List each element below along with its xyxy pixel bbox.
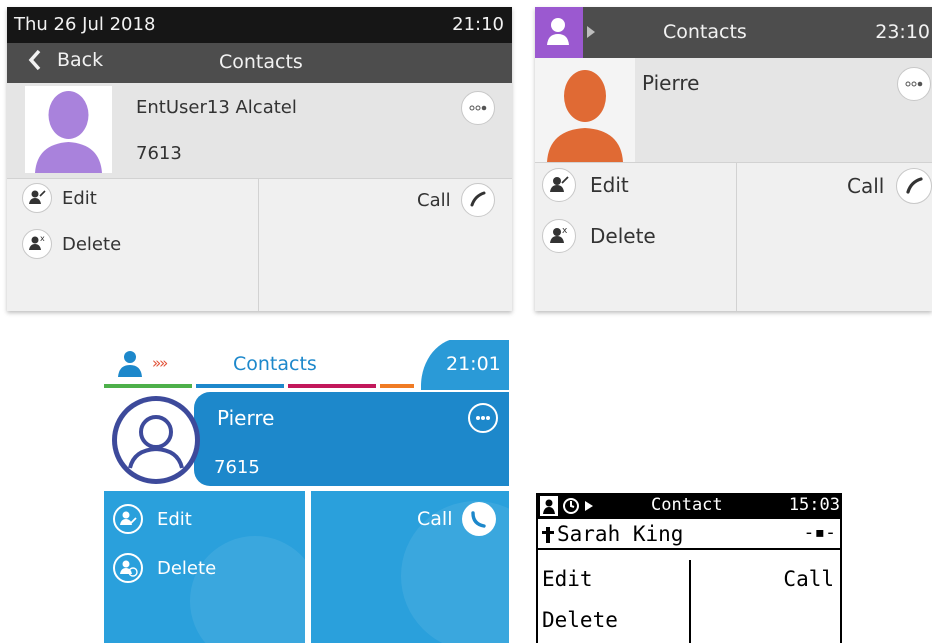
status-time: 23:10 xyxy=(875,21,930,43)
person-icon xyxy=(547,18,569,45)
edit-button[interactable]: Edit xyxy=(113,504,192,534)
delete-contact-icon: x xyxy=(542,219,576,253)
page-title: Contacts xyxy=(219,51,303,73)
more-options-button[interactable] xyxy=(897,67,931,101)
delete-button[interactable]: Delete xyxy=(542,608,618,632)
edit-button[interactable]: Edit xyxy=(542,168,629,202)
chevron-left-icon xyxy=(28,49,41,71)
phone-screen-monochrome: Contact 15:03 Sarah King -▪- Edit Delete… xyxy=(536,493,842,643)
phone-handset-icon xyxy=(462,502,497,536)
status-time: 21:01 xyxy=(446,353,501,375)
contact-avatar xyxy=(25,86,112,173)
call-label: Call xyxy=(847,174,885,198)
contact-name[interactable]: Sarah King xyxy=(557,522,683,546)
person-icon[interactable] xyxy=(116,349,144,377)
edit-button[interactable]: Edit xyxy=(542,567,593,591)
delete-label: Delete xyxy=(157,557,217,579)
chevron-right-icon[interactable] xyxy=(585,501,593,511)
call-button[interactable]: Call xyxy=(417,183,495,217)
more-options-button[interactable] xyxy=(461,91,495,125)
phone-screen-blue: »» Contacts 21:01 Pierre 7615 Edit Delet… xyxy=(104,340,509,643)
number-indicator: -▪- xyxy=(803,522,836,543)
status-date: Thu 26 Jul 2018 xyxy=(14,14,156,35)
call-button[interactable]: Call xyxy=(783,567,834,591)
page-title: Contact xyxy=(651,495,723,515)
divider xyxy=(689,560,691,643)
person-silhouette-icon xyxy=(117,401,195,479)
contacts-tab[interactable] xyxy=(535,7,583,58)
edit-button[interactable]: Edit xyxy=(22,183,97,213)
color-strip xyxy=(380,384,414,388)
person-icon[interactable] xyxy=(540,496,558,516)
phone-screen-grey-2: Contacts 23:10 Pierre Edit x Delete Call xyxy=(535,7,932,311)
double-chevron-icon[interactable]: »» xyxy=(152,354,168,372)
call-label: Call xyxy=(417,189,451,211)
call-button[interactable]: Call xyxy=(847,168,932,204)
title-bar: Contact 15:03 xyxy=(538,493,840,519)
delete-button[interactable]: x Delete xyxy=(542,219,656,253)
edit-label: Edit xyxy=(62,187,97,209)
phone-handset-icon xyxy=(460,183,495,217)
contact-number: 7613 xyxy=(136,143,182,164)
divider xyxy=(538,548,840,550)
color-strip xyxy=(288,384,376,388)
delete-contact-icon xyxy=(113,553,143,583)
contact-marker-icon xyxy=(542,527,554,543)
divider xyxy=(258,179,259,311)
chevron-right-icon[interactable] xyxy=(586,25,596,39)
more-dots-icon xyxy=(476,416,490,420)
contact-number: 7615 xyxy=(214,457,260,478)
delete-button[interactable]: x Delete xyxy=(22,229,121,259)
edit-contact-icon xyxy=(22,183,52,213)
person-silhouette-icon xyxy=(547,70,623,162)
more-dots-icon xyxy=(469,105,487,111)
edit-label: Edit xyxy=(157,508,192,530)
color-strip xyxy=(196,384,284,388)
contact-name: EntUser13 Alcatel xyxy=(136,97,297,118)
phone-handset-icon xyxy=(896,168,932,204)
divider xyxy=(7,178,512,179)
status-time: 21:10 xyxy=(452,14,504,35)
back-button[interactable]: Back xyxy=(27,49,103,71)
edit-contact-icon xyxy=(542,168,576,202)
edit-label: Edit xyxy=(590,173,629,197)
contact-name: Pierre xyxy=(642,71,700,95)
phone-screen-grey-1: Thu 26 Jul 2018 21:10 Back Contacts EntU… xyxy=(7,7,512,311)
delete-button[interactable]: Delete xyxy=(113,553,216,583)
divider xyxy=(535,162,932,163)
divider xyxy=(736,163,737,311)
status-time: 15:03 xyxy=(788,495,840,515)
color-strip xyxy=(104,384,192,388)
contact-avatar xyxy=(112,396,200,484)
clock-icon[interactable] xyxy=(562,497,580,515)
title-bar: Back Contacts xyxy=(7,43,512,83)
person-silhouette-icon xyxy=(35,91,102,173)
page-title: Contacts xyxy=(233,353,317,375)
more-options-button[interactable] xyxy=(468,403,498,433)
call-label: Call xyxy=(417,508,453,530)
page-title: Contacts xyxy=(663,21,747,43)
contact-name: Pierre xyxy=(217,406,275,430)
delete-label: Delete xyxy=(590,224,656,248)
delete-contact-icon: x xyxy=(22,229,52,259)
back-label: Back xyxy=(57,49,104,71)
call-button[interactable]: Call xyxy=(417,502,497,536)
more-dots-icon xyxy=(905,81,923,87)
edit-contact-icon xyxy=(113,504,143,534)
delete-label: Delete xyxy=(62,233,122,255)
contact-avatar xyxy=(535,58,635,162)
svg-text:x: x xyxy=(562,226,568,236)
svg-text:x: x xyxy=(40,234,45,243)
status-bar: Thu 26 Jul 2018 21:10 xyxy=(7,7,512,43)
